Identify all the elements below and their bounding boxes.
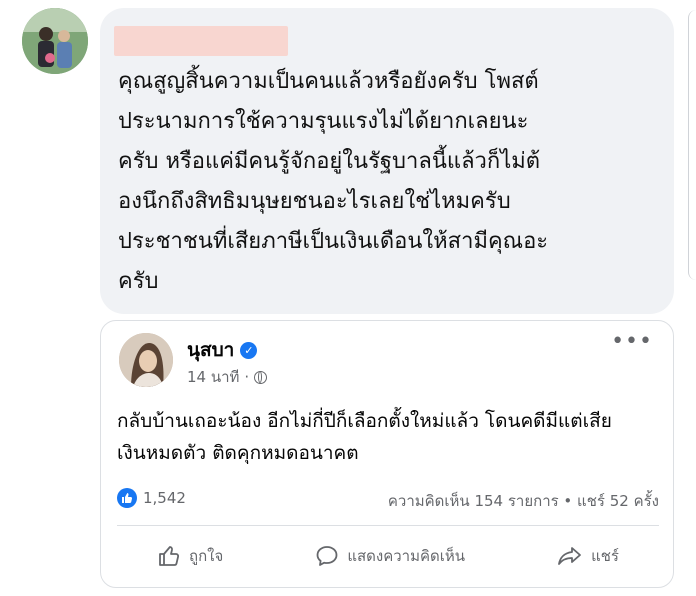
divider: [117, 525, 659, 526]
thumbs-up-icon: [159, 546, 180, 566]
post-text: กลับบ้านเถอะน้อง อีกไม่กี่ปีก็เลือกตั้งใ…: [117, 410, 612, 464]
verified-badge-icon: ✓: [240, 341, 258, 359]
like-label: ถูกใจ: [189, 547, 224, 565]
meta-separator: ·: [244, 368, 250, 386]
comment-label: แสดงความคิดเห็น: [347, 547, 466, 565]
shared-post-card[interactable]: นุสบา ✓ 14 นาที · ••• กลับบ้านเถอะน้อง อ…: [100, 320, 674, 588]
speech-bubble-icon: [316, 546, 338, 566]
comment-button[interactable]: แสดงความคิดเห็น: [275, 544, 505, 568]
redacted-commenter-name: [114, 26, 288, 56]
post-actions: ถูกใจ แสดงความคิดเห็น แชร์: [117, 539, 659, 573]
more-options-button[interactable]: •••: [611, 329, 653, 354]
like-button[interactable]: ถูกใจ: [117, 544, 263, 568]
commenter-avatar[interactable]: [22, 8, 88, 74]
post-timestamp[interactable]: 14 นาที: [187, 365, 239, 389]
comment-share-count[interactable]: ความคิดเห็น 154 รายการ • แชร์ 52 ครั้ง: [388, 489, 659, 513]
post-author-row: นุสบา ✓: [187, 335, 258, 365]
comment-text: คุณสูญสิ้นความเป็นคนแล้วหรือยังครับ โพสต…: [118, 69, 549, 294]
adjacent-panel-edge: [688, 10, 696, 280]
commenter-photo: [22, 8, 88, 74]
reaction-count[interactable]: 1,542: [143, 489, 186, 507]
globe-icon: [254, 370, 268, 384]
post-meta: 14 นาที ·: [187, 365, 268, 389]
post-author-avatar[interactable]: [119, 333, 173, 387]
post-author-photo: [119, 333, 173, 387]
like-reaction-icon: [117, 488, 137, 508]
thumbs-up-mini-icon: [122, 493, 133, 503]
share-arrow-icon: [558, 547, 581, 565]
share-button[interactable]: แชร์: [517, 544, 659, 568]
share-label: แชร์: [591, 547, 619, 565]
post-author-name[interactable]: นุสบา: [187, 335, 234, 365]
post-stats-row: 1,542 ความคิดเห็น 154 รายการ • แชร์ 52 ค…: [117, 487, 659, 511]
comment-bubble: คุณสูญสิ้นความเป็นคนแล้วหรือยังครับ โพสต…: [100, 8, 674, 314]
